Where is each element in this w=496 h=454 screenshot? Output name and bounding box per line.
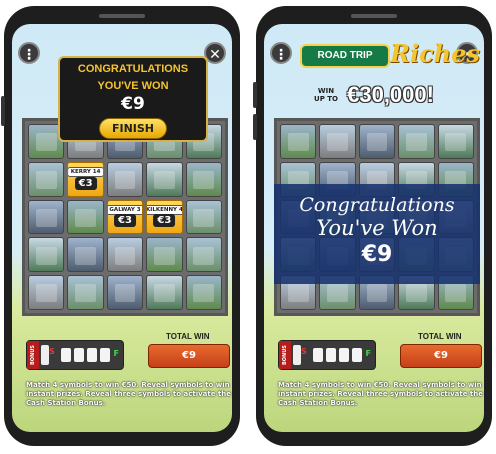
- total-win-label: TOTAL WIN: [166, 332, 210, 341]
- bonus-slots: [61, 347, 113, 366]
- bonus-slot: [352, 348, 362, 362]
- symbol-tile[interactable]: [28, 161, 65, 197]
- symbol-tile[interactable]: [319, 124, 356, 159]
- total-win-value: €9: [400, 344, 482, 368]
- left-screen: ⋮ ✕ KERRY 14 €3 GALWAY 3 €3 KILKENNY 4 €…: [12, 24, 232, 432]
- bonus-slot: [326, 348, 336, 362]
- win-label: WIN: [317, 87, 335, 95]
- bonus-start: S: [301, 347, 307, 356]
- finish-button[interactable]: FINISH: [98, 118, 168, 139]
- left-phone: ⋮ ✕ KERRY 14 €3 GALWAY 3 €3 KILKENNY 4 €…: [1, 6, 240, 446]
- instructions-text: Match 4 symbols to win €50. Reveal symbo…: [26, 381, 232, 407]
- prize-tag: GALWAY 3: [107, 204, 143, 215]
- win-popup: CONGRATULATIONS YOU'VE WON €9 FINISH: [58, 56, 208, 142]
- prize-tag: KILKENNY 4: [147, 204, 182, 215]
- popup-amount: €9: [121, 94, 145, 114]
- bonus-slot: [74, 348, 84, 362]
- bonus-label: BONUS: [279, 341, 291, 369]
- overlay-amount: €9: [361, 242, 393, 267]
- symbol-tile[interactable]: [28, 199, 65, 235]
- instructions-text: Match 4 symbols to win €50. Reveal symbo…: [278, 381, 484, 407]
- symbol-tile[interactable]: [146, 161, 183, 197]
- side-button: [253, 82, 257, 108]
- total-win-value: €9: [148, 344, 230, 368]
- symbol-tile[interactable]: [106, 237, 144, 273]
- right-phone: ⋮ ✕ ROAD TRIP Riches WIN UP TO €30,000!: [253, 6, 492, 446]
- prize-amount: €3: [74, 176, 97, 190]
- prize-tag: KERRY 14: [68, 166, 103, 177]
- info-icon[interactable]: ⋮: [18, 42, 40, 64]
- bonus-slot: [61, 348, 71, 362]
- game-logo-script: Riches: [390, 39, 480, 68]
- symbol-tile[interactable]: [67, 237, 104, 273]
- bonus-slot: [87, 348, 97, 362]
- symbol-tile[interactable]: [437, 124, 474, 159]
- overlay-line1: Congratulations: [299, 194, 455, 216]
- symbol-tile[interactable]: [106, 275, 144, 310]
- prize-tile[interactable]: GALWAY 3 €3: [106, 199, 144, 235]
- symbol-tile[interactable]: [106, 161, 144, 197]
- symbol-tile[interactable]: [28, 237, 65, 273]
- side-button: [253, 114, 257, 140]
- bonus-finish: F: [365, 349, 371, 358]
- popup-title-line1: CONGRATULATIONS: [77, 63, 189, 75]
- prize-amount: €3: [114, 214, 136, 228]
- bonus-label: BONUS: [27, 341, 39, 369]
- symbol-tile[interactable]: [146, 275, 183, 310]
- symbol-tile[interactable]: [67, 275, 104, 310]
- up-to-label: UP TO: [314, 95, 339, 103]
- bonus-slots: [313, 347, 365, 366]
- symbol-tile[interactable]: [146, 237, 183, 273]
- prize-tile[interactable]: KERRY 14 €3: [67, 161, 104, 197]
- symbol-tile[interactable]: [185, 161, 222, 197]
- symbol-tile[interactable]: [185, 199, 222, 235]
- speaker: [351, 14, 397, 18]
- scratch-grid[interactable]: KERRY 14 €3 GALWAY 3 €3 KILKENNY 4 €3: [22, 118, 228, 316]
- overlay-line2: You've Won: [316, 216, 438, 240]
- top-prize-banner: WIN UP TO €30,000!: [264, 82, 484, 108]
- cash-station-bonus: BONUS S F: [278, 340, 376, 370]
- symbol-tile[interactable]: [280, 124, 317, 159]
- fuel-pump-icon: [41, 345, 49, 365]
- game-logo: ROAD TRIP: [300, 44, 390, 68]
- side-button: [1, 96, 5, 126]
- cash-station-bonus: BONUS S F: [26, 340, 124, 370]
- symbol-tile[interactable]: [398, 124, 435, 159]
- bonus-slot: [339, 348, 349, 362]
- popup-title-line2: YOU'VE WON: [97, 80, 169, 92]
- symbol-tile[interactable]: [28, 275, 65, 310]
- win-overlay: Congratulations You've Won €9: [274, 184, 480, 284]
- bonus-slot: [100, 348, 110, 362]
- right-screen: ⋮ ✕ ROAD TRIP Riches WIN UP TO €30,000!: [264, 24, 484, 432]
- symbol-tile[interactable]: [358, 124, 396, 159]
- top-prize-amount: €30,000!: [347, 82, 434, 107]
- total-win-label: TOTAL WIN: [418, 332, 462, 341]
- bonus-finish: F: [113, 349, 119, 358]
- symbol-tile[interactable]: [67, 199, 104, 235]
- win-up-to-label: WIN UP TO: [314, 87, 338, 103]
- prize-tile[interactable]: KILKENNY 4 €3: [146, 199, 183, 235]
- fuel-pump-icon: [293, 345, 301, 365]
- bonus-slot: [313, 348, 323, 362]
- info-icon[interactable]: ⋮: [270, 42, 292, 64]
- speaker: [99, 14, 145, 18]
- symbol-tile[interactable]: [185, 275, 222, 310]
- prize-amount: €3: [153, 214, 176, 228]
- bonus-start: S: [49, 347, 55, 356]
- symbol-tile[interactable]: [185, 237, 222, 273]
